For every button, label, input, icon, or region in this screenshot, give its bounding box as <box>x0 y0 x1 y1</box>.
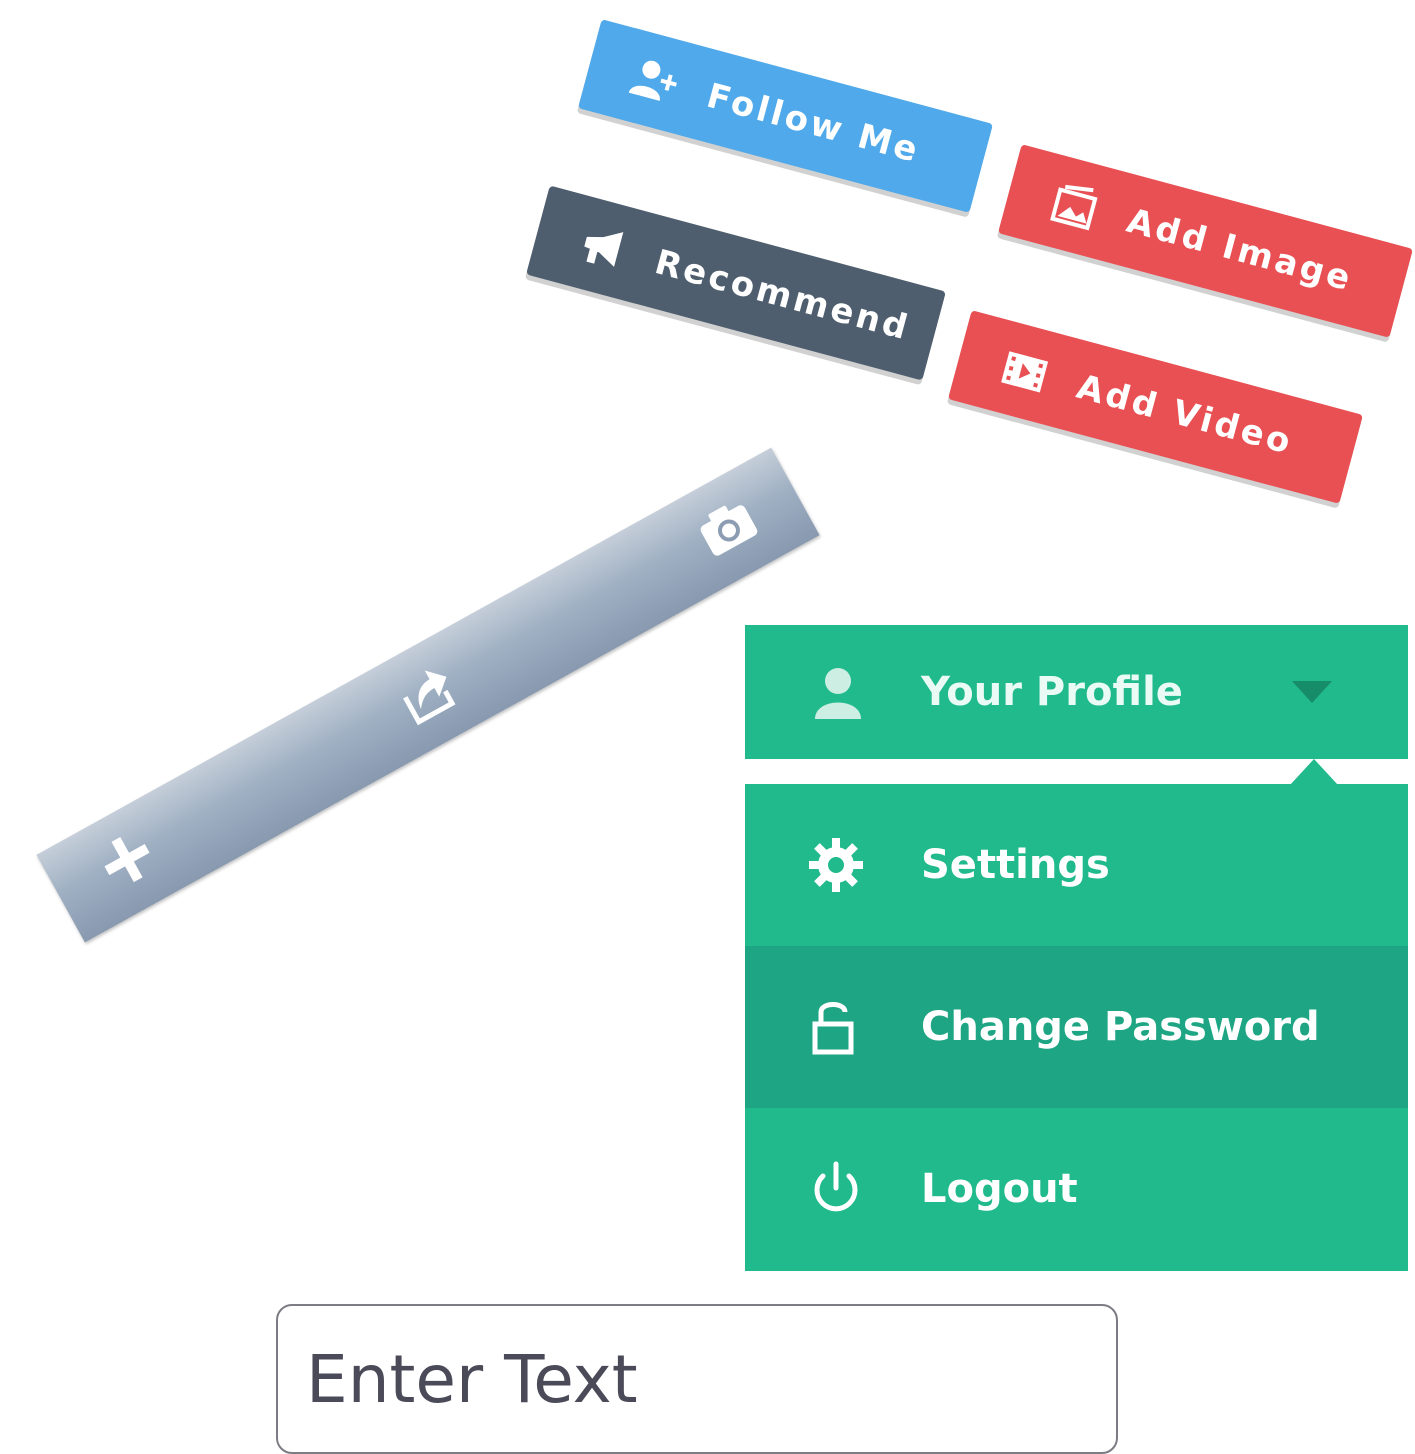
recommend-button[interactable]: Recommend <box>526 185 946 381</box>
toolbar-share-button[interactable] <box>384 651 471 738</box>
camera-icon <box>687 487 768 570</box>
chevron-down-icon <box>1292 681 1332 703</box>
menu-item-logout[interactable]: Logout <box>745 1108 1408 1270</box>
add-video-button[interactable]: Add Video <box>947 310 1364 504</box>
toolbar-camera-button[interactable] <box>684 485 771 572</box>
text-input[interactable] <box>276 1304 1118 1454</box>
add-video-label: Add Video <box>1072 366 1298 463</box>
image-icon <box>1042 173 1108 239</box>
follow-me-button[interactable]: Follow Me <box>577 19 994 213</box>
profile-dropdown-menu: Settings Change Password Logout <box>745 784 1408 1271</box>
video-icon <box>992 339 1058 405</box>
power-icon <box>801 1154 871 1224</box>
user-icon <box>803 657 873 727</box>
menu-item-settings[interactable]: Settings <box>745 784 1408 946</box>
add-image-label: Add Image <box>1122 200 1358 300</box>
profile-menu-toggle[interactable]: Your Profile <box>745 625 1408 759</box>
dropdown-pointer <box>1290 759 1338 785</box>
menu-item-label: Logout <box>921 1166 1078 1212</box>
menu-item-label: Change Password <box>921 1004 1320 1050</box>
recommend-label: Recommend <box>650 242 915 349</box>
toolbar <box>36 447 820 943</box>
plus-icon <box>87 820 168 903</box>
profile-menu-label: Your Profile <box>921 669 1183 715</box>
share-icon <box>387 653 468 736</box>
follow-me-label: Follow Me <box>702 75 925 172</box>
toolbar-add-button[interactable] <box>85 818 172 905</box>
megaphone-icon <box>570 214 636 280</box>
add-image-button[interactable]: Add Image <box>997 144 1414 338</box>
menu-item-label: Settings <box>921 842 1110 888</box>
menu-item-change-password[interactable]: Change Password <box>745 946 1408 1108</box>
gear-icon <box>801 830 871 900</box>
add-user-icon <box>622 48 688 114</box>
unlock-icon <box>801 992 871 1062</box>
